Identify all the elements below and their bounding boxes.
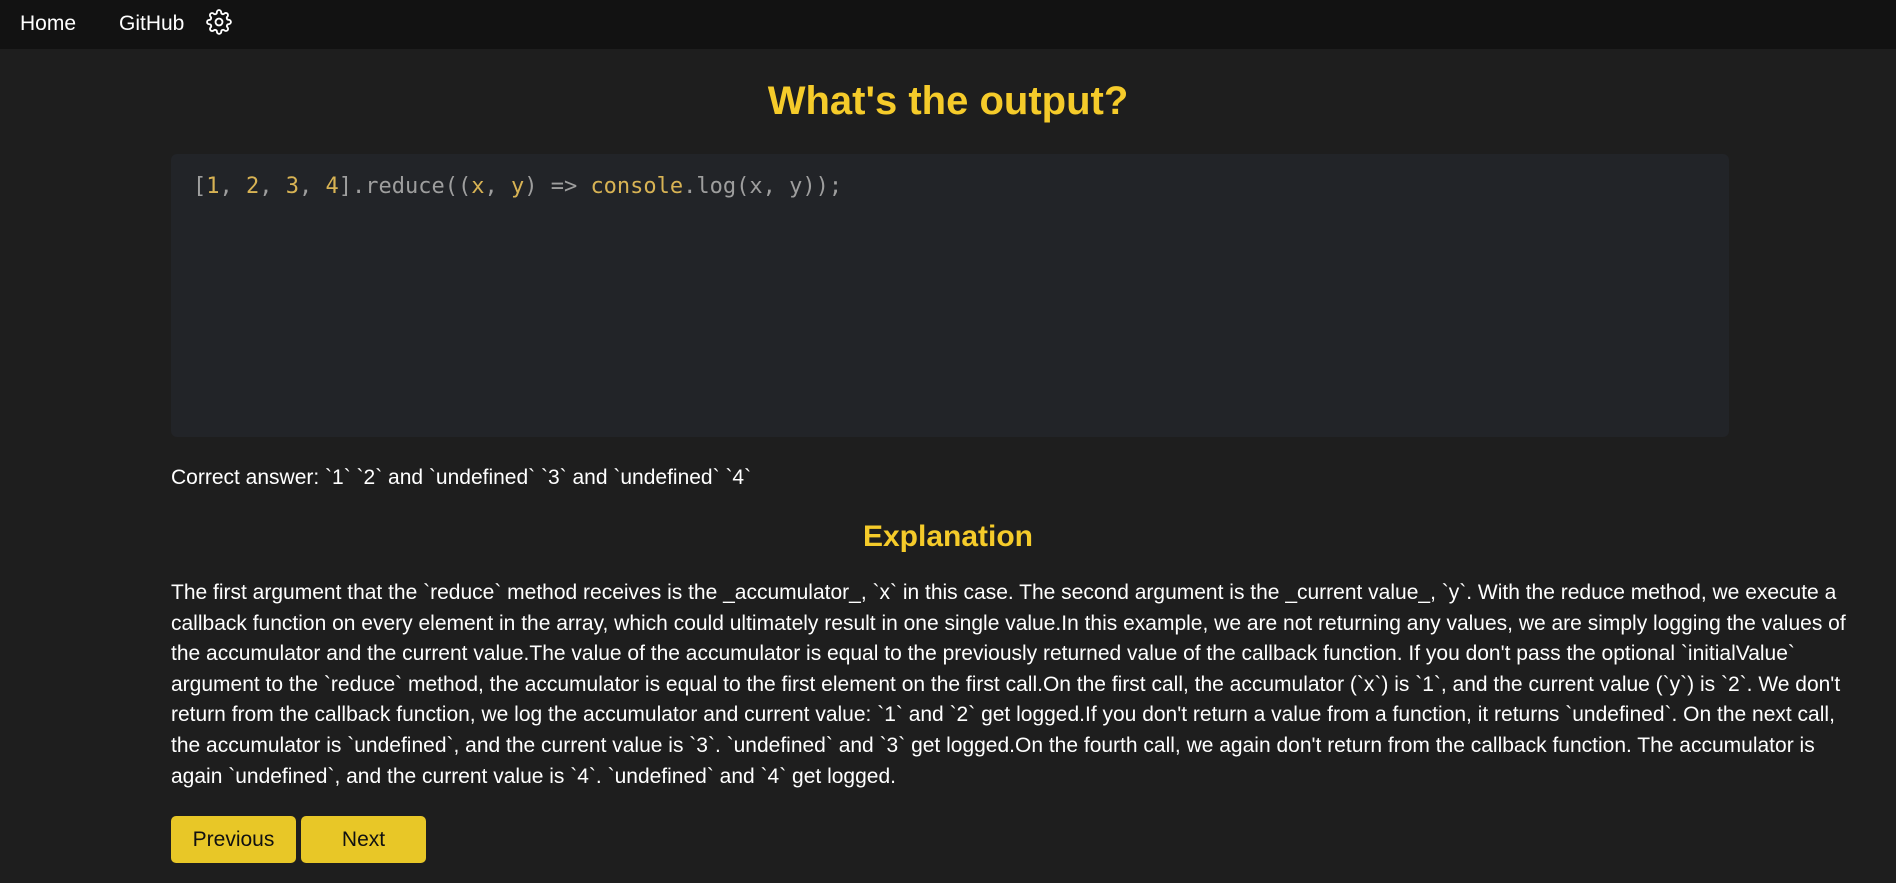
- code-token: ) =>: [524, 174, 591, 199]
- nav-github-link[interactable]: GitHub: [119, 12, 184, 36]
- code-block: [1, 2, 3, 4].reduce((x, y) => console.lo…: [171, 154, 1729, 437]
- code-token: ,: [484, 174, 511, 199]
- previous-button[interactable]: Previous: [171, 816, 296, 863]
- code-number: 1: [206, 174, 220, 199]
- next-button[interactable]: Next: [301, 816, 426, 863]
- code-token: ,: [259, 174, 286, 199]
- code-number: 4: [325, 174, 339, 199]
- code-number: 3: [285, 174, 299, 199]
- code-token: ,: [299, 174, 326, 199]
- page-title: What's the output?: [767, 79, 1129, 123]
- explanation-heading: Explanation: [862, 520, 1034, 553]
- code-object: console: [590, 174, 684, 199]
- code-token: ].reduce((: [338, 174, 472, 199]
- nav-home-link[interactable]: Home: [20, 12, 76, 36]
- code-line: [1, 2, 3, 4].reduce((x, y) => console.lo…: [193, 172, 1707, 202]
- gear-icon[interactable]: [206, 9, 232, 35]
- code-token: .log(x, y));: [683, 174, 843, 199]
- code-token: [: [193, 174, 207, 199]
- top-navigation: Home GitHub: [0, 0, 1896, 49]
- code-param: y: [510, 174, 525, 199]
- correct-answer: Correct answer: `1` `2` and `undefined` …: [171, 466, 752, 489]
- explanation-text: The first argument that the `reduce` met…: [171, 581, 1846, 788]
- code-token: ,: [219, 174, 246, 199]
- code-number: 2: [246, 174, 260, 199]
- code-param: x: [471, 174, 485, 199]
